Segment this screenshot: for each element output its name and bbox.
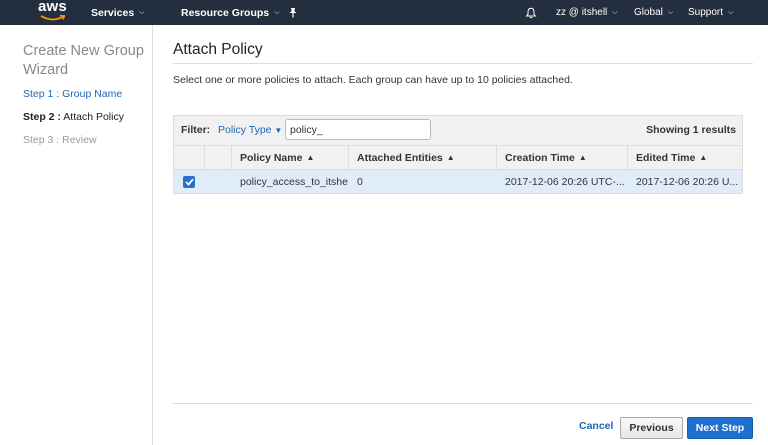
support-label: Support — [688, 7, 724, 18]
header-attached-entities[interactable]: Attached Entities ▲︎ — [349, 146, 497, 169]
row-select-cell — [174, 170, 205, 193]
resource-groups-menu[interactable]: Resource Groups ⌵ — [181, 0, 279, 25]
main-content: Attach Policy Select one or more policie… — [173, 25, 753, 445]
header-creation-time[interactable]: Creation Time ▲︎ — [497, 146, 628, 169]
region-menu[interactable]: Global ⌵ — [634, 0, 673, 25]
row-policy-name: policy_access_to_itshe... — [240, 175, 349, 188]
filter-search-input[interactable] — [285, 119, 431, 140]
previous-button[interactable]: Previous — [620, 417, 683, 439]
filter-label: Filter: — [181, 124, 211, 136]
account-menu[interactable]: zz @ itshell ⌵ — [556, 0, 618, 25]
next-step-button[interactable]: Next Step — [687, 417, 753, 439]
header-creation-time-label: Creation Time — [505, 151, 575, 164]
resource-groups-label: Resource Groups — [181, 6, 270, 19]
page-title: Attach Policy — [173, 41, 263, 58]
chevron-down-icon: ⌵ — [274, 8, 280, 16]
header-icon-cell — [205, 146, 232, 169]
step-2-label: Attach Policy — [63, 111, 124, 123]
account-label: zz @ itshell — [556, 7, 608, 18]
row-icon-cell — [205, 170, 232, 193]
header-policy-name[interactable]: Policy Name ▲︎ — [232, 146, 349, 169]
aws-smile-icon — [40, 15, 66, 21]
services-menu[interactable]: Services ⌵ — [91, 0, 145, 25]
title-divider — [173, 63, 753, 64]
step-2-current: Step 2 : Attach Policy — [23, 111, 124, 123]
caret-down-icon: ▼ — [274, 126, 283, 135]
wizard-title: Create New Group Wizard — [23, 43, 144, 78]
row-edited-time: 2017-12-06 20:26 U... — [636, 175, 739, 188]
step-1-link[interactable]: Step 1 : Group Name — [23, 88, 122, 100]
header-select-cell — [174, 146, 205, 169]
services-label: Services — [91, 6, 135, 19]
filter-bar: Filter: Policy Type ▼ Showing 1 results — [174, 116, 742, 146]
sort-icon: ▲︎ — [446, 153, 455, 162]
cancel-button[interactable]: Cancel — [579, 420, 613, 432]
row-creation-time: 2017-12-06 20:26 UTC-... — [505, 175, 625, 188]
chevron-down-icon: ⌵ — [139, 8, 145, 16]
pin-button[interactable] — [288, 0, 298, 25]
results-count: Showing 1 results — [646, 124, 736, 136]
step-2-prefix: Step 2 : — [23, 111, 61, 123]
table-row[interactable]: policy_access_to_itshe... 0 2017-12-06 2… — [174, 170, 742, 193]
row-checkbox[interactable] — [183, 175, 195, 188]
notifications-button[interactable] — [525, 0, 537, 25]
support-menu[interactable]: Support ⌵ — [688, 0, 733, 25]
wizard-sidebar: Create New Group Wizard Step 1 : Group N… — [0, 25, 153, 445]
header-attached-entities-label: Attached Entities — [357, 151, 443, 164]
sort-icon: ▲︎ — [699, 153, 708, 162]
chevron-down-icon: ⌵ — [667, 8, 674, 16]
header-edited-time[interactable]: Edited Time ▲︎ — [628, 146, 742, 169]
policy-type-label: Policy Type — [218, 124, 272, 136]
policy-table: Filter: Policy Type ▼ Showing 1 results … — [173, 115, 743, 194]
page-description: Select one or more policies to attach. E… — [173, 74, 573, 86]
sort-icon: ▲︎ — [306, 153, 315, 162]
row-attached-entities: 0 — [357, 175, 363, 188]
aws-logo-text: aws — [38, 0, 67, 15]
header-policy-name-label: Policy Name — [240, 151, 303, 164]
chevron-down-icon: ⌵ — [612, 8, 618, 16]
policy-type-dropdown[interactable]: Policy Type ▼ — [218, 124, 282, 136]
step-3-label: Step 3 : Review — [23, 134, 97, 146]
sort-icon: ▲︎ — [578, 153, 587, 162]
aws-logo[interactable]: aws — [36, 0, 70, 23]
header-edited-time-label: Edited Time — [636, 151, 696, 164]
bell-icon — [525, 7, 537, 18]
pin-icon — [289, 8, 297, 18]
top-nav: aws Services ⌵ Resource Groups ⌵ zz @ it… — [0, 0, 768, 25]
footer-divider — [173, 403, 753, 404]
region-label: Global — [634, 7, 663, 18]
chevron-down-icon: ⌵ — [728, 8, 734, 16]
checkmark-icon — [184, 178, 194, 186]
table-header: Policy Name ▲︎ Attached Entities ▲︎ Crea… — [174, 146, 742, 170]
